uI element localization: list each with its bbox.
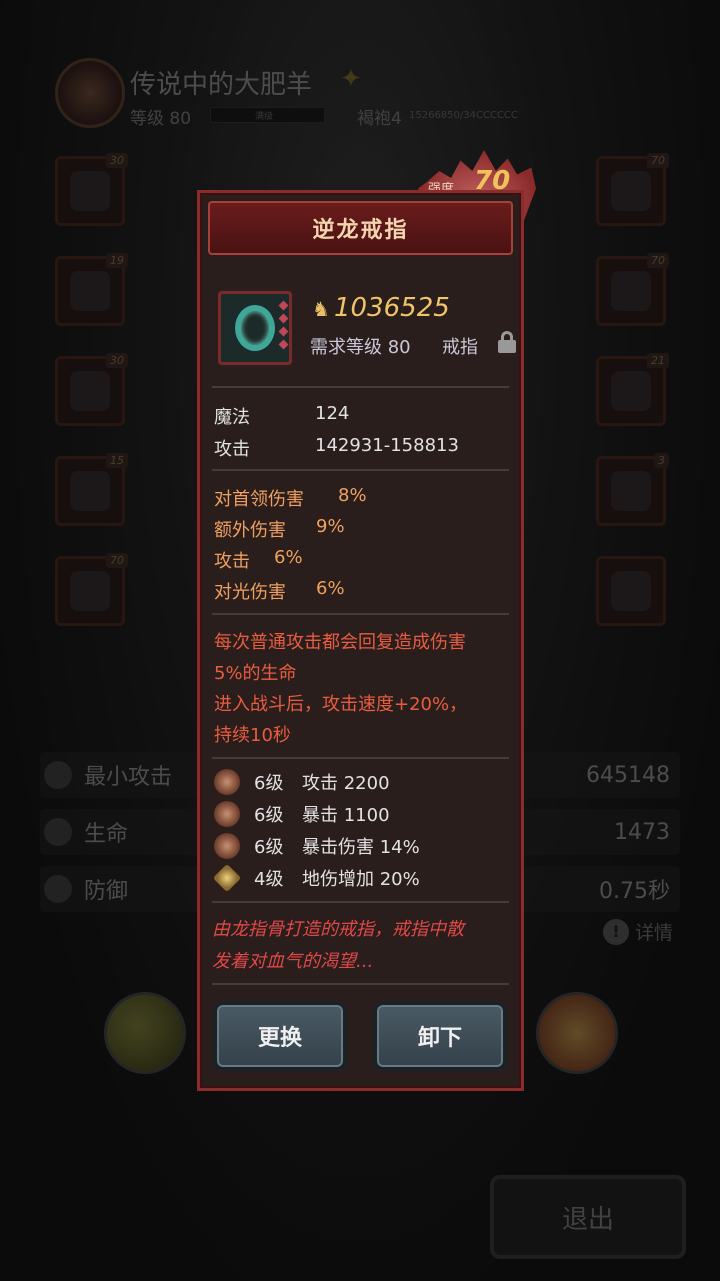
bonus-stat-value: 6% — [274, 547, 303, 568]
lock-icon[interactable] — [498, 331, 516, 353]
socket-gems — [278, 300, 289, 354]
divider — [212, 469, 509, 471]
divider — [212, 613, 509, 615]
item-slot-type: 戒指 — [442, 337, 478, 358]
gem-row: 4级 地伤增加 20% — [212, 863, 420, 893]
divider — [212, 386, 509, 388]
special-effect-line: 每次普通攻击都会回复造成伤害 — [214, 632, 466, 653]
divider — [212, 983, 509, 985]
base-stat-value: 142931-158813 — [315, 435, 459, 456]
gem-row: 6级 暴击 1100 — [214, 801, 390, 827]
bonus-stat-value: 6% — [316, 578, 345, 599]
earth-damage-gem-icon — [212, 863, 242, 893]
item-description-line: 由龙指骨打造的戒指，戒指中散 — [212, 919, 464, 940]
bonus-stat-name: 额外伤害 — [214, 520, 286, 541]
unequip-button[interactable]: 卸下 — [373, 1001, 507, 1071]
crit-damage-gem-icon — [214, 833, 240, 859]
item-detail-modal: 逆龙戒指 ♞ 1036525 需求等级 80 戒指 魔法 124 攻击 1429… — [197, 190, 524, 1091]
item-name: 逆龙戒指 — [312, 218, 409, 243]
bonus-stat-name: 攻击 — [214, 551, 250, 572]
item-requirement: 需求等级 80 — [310, 337, 411, 358]
gem-row: 6级 攻击 2200 — [214, 769, 390, 795]
special-effect-line: 持续10秒 — [214, 725, 291, 746]
price-icon: ♞ — [312, 297, 330, 321]
gem-row: 6级 暴击伤害 14% — [214, 833, 420, 859]
item-description-line: 发着对血气的渴望... — [212, 951, 374, 972]
modal-title-bar: 逆龙戒指 — [208, 201, 513, 255]
gem-effect: 地伤增加 20% — [302, 869, 420, 890]
gem-effect: 攻击 2200 — [302, 773, 390, 794]
attack-gem-icon — [214, 769, 240, 795]
gem-level: 4级 — [254, 869, 284, 890]
item-icon — [218, 291, 292, 365]
base-stat-name: 魔法 — [214, 407, 250, 428]
bonus-stat-value: 8% — [338, 485, 367, 506]
divider — [212, 901, 509, 903]
gem-effect: 暴击伤害 14% — [302, 837, 420, 858]
gem-level: 6级 — [254, 837, 284, 858]
gem-level: 6级 — [254, 773, 284, 794]
gem-level: 6级 — [254, 805, 284, 826]
special-effect-line: 进入战斗后，攻击速度+20%， — [214, 694, 468, 715]
divider — [212, 757, 509, 759]
crit-gem-icon — [214, 801, 240, 827]
gem-effect: 暴击 1100 — [302, 805, 390, 826]
special-effect-line: 5%的生命 — [214, 663, 297, 684]
base-stat-name: 攻击 — [214, 439, 250, 460]
base-stat-value: 124 — [315, 403, 350, 424]
dragon-ring-icon — [235, 305, 275, 351]
bonus-stat-name: 对光伤害 — [214, 582, 286, 603]
bonus-stat-name: 对首领伤害 — [214, 489, 304, 510]
replace-button[interactable]: 更换 — [213, 1001, 347, 1071]
bonus-stat-value: 9% — [316, 516, 345, 537]
item-price: 1036525 — [334, 293, 450, 323]
